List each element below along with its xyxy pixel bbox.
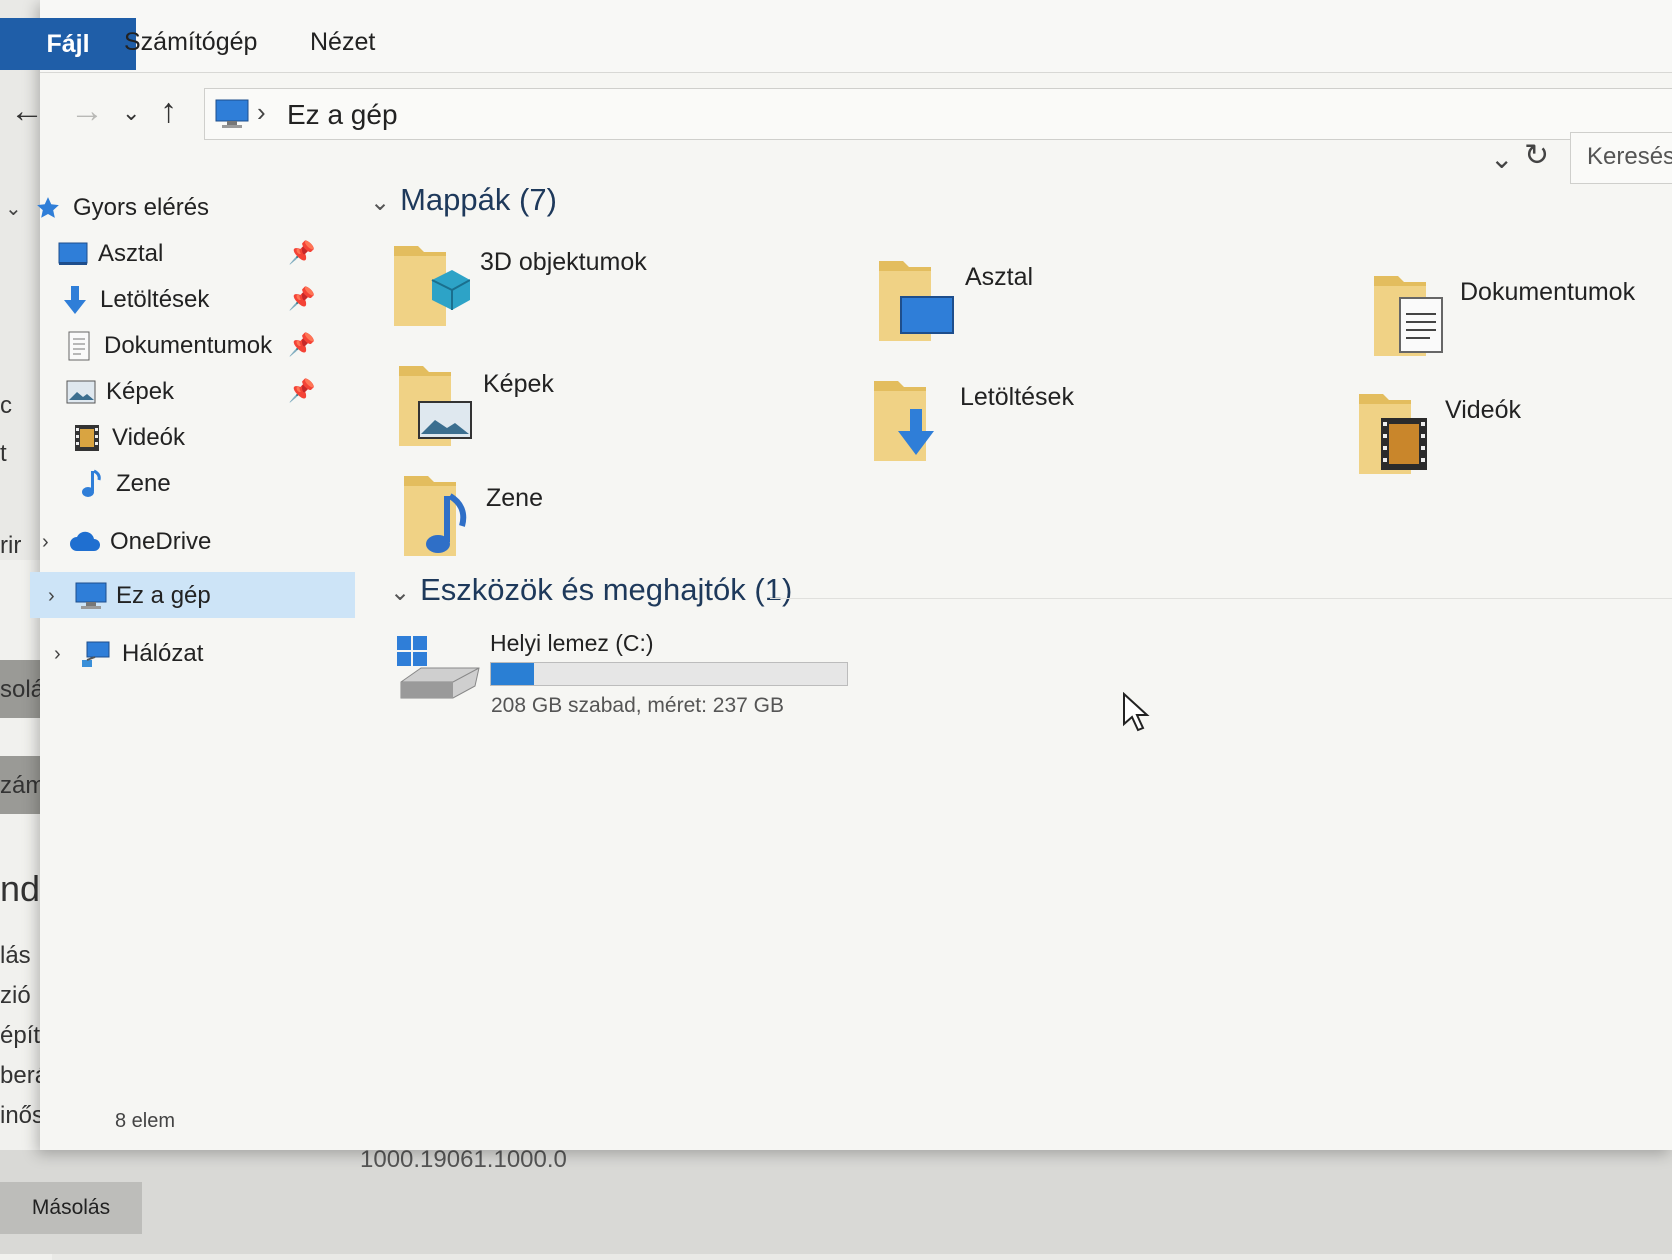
copy-button[interactable]: Másolás <box>0 1182 142 1234</box>
folder-3d-icon <box>394 246 470 326</box>
sidebar-item-label: Hálózat <box>122 640 204 667</box>
music-note-icon <box>74 469 108 499</box>
tab-file[interactable]: Fájl <box>0 18 136 70</box>
sidebar-item-label: Ez a gép <box>116 582 211 609</box>
cloud-icon <box>68 527 102 557</box>
sidebar-item-this-pc[interactable]: › Ez a gép <box>48 574 211 618</box>
content-pane: ⌄Mappák (7) 3D objektumok Asztal Dokume <box>370 170 1672 1070</box>
chevron-down-icon[interactable]: ⌄ <box>370 189 390 216</box>
sidebar-item-network[interactable]: › Hálózat <box>54 632 203 676</box>
chevron-right-icon[interactable]: › <box>48 585 74 608</box>
sidebar-item-documents[interactable]: Dokumentumok <box>62 324 272 368</box>
computer-icon <box>215 99 249 134</box>
star-icon <box>31 193 65 223</box>
folder-label: Képek <box>483 370 554 398</box>
background-text: solá <box>0 676 45 703</box>
folder-desktop-icon <box>879 261 954 341</box>
group-header-folders[interactable]: ⌄ Mappák (7) <box>370 182 557 218</box>
folder-label: Dokumentumok <box>1460 278 1636 306</box>
sidebar-item-downloads[interactable]: Letöltések <box>58 278 209 322</box>
ribbon: Fájl Számítógép Nézet <box>0 0 1672 73</box>
sidebar-item-quick-access[interactable]: ⌄ Gyors elérés <box>5 186 209 230</box>
sidebar-item-label: Videók <box>112 424 185 451</box>
refresh-icon[interactable]: ↻ <box>1524 138 1549 173</box>
back-button[interactable]: ← <box>10 92 44 131</box>
folder-label: Asztal <box>965 263 1034 291</box>
chevron-down-icon[interactable]: ⌄ <box>5 196 31 221</box>
drive-usage-bar <box>490 662 848 686</box>
background-text: c <box>0 392 12 419</box>
sidebar-item-label: OneDrive <box>110 528 212 555</box>
sidebar-item-label: Asztal <box>98 240 164 267</box>
search-placeholder: Keresés <box>1587 143 1672 170</box>
document-icon <box>62 331 96 361</box>
sidebar-item-label: Letöltések <box>100 286 210 313</box>
folder-pictures-icon <box>399 366 472 446</box>
pin-icon[interactable]: 📌 <box>288 332 315 358</box>
pin-icon[interactable]: 📌 <box>288 286 315 312</box>
navigation-pane: ⌄ Gyors elérés Asztal 📌 Letöltések 📌 Dok… <box>5 178 355 1078</box>
group-title: Eszközök és meghajtók (1) <box>420 572 793 607</box>
background-text: t <box>0 440 7 467</box>
sidebar-item-desktop[interactable]: Asztal <box>56 232 163 276</box>
folder-music-icon <box>404 476 467 556</box>
drive-c[interactable]: Helyi lemez (C:) 208 GB szabad, méret: 2… <box>395 630 848 720</box>
pin-icon[interactable]: 📌 <box>288 240 315 266</box>
breadcrumb-this-pc[interactable]: Ez a gép <box>287 99 398 131</box>
folder-label: Videók <box>1445 396 1521 424</box>
recent-locations-button[interactable]: ⌄ <box>122 100 140 126</box>
film-icon <box>70 423 104 453</box>
chevron-down-icon[interactable]: ⌄ <box>390 579 410 606</box>
computer-icon <box>74 581 108 611</box>
chevron-right-icon[interactable]: › <box>54 643 80 666</box>
background-text: lás <box>0 942 31 969</box>
group-divider <box>770 598 1672 599</box>
mouse-cursor-icon <box>1123 692 1150 732</box>
background-text: zió <box>0 982 31 1009</box>
folder-label: 3D objektumok <box>480 248 647 276</box>
up-button[interactable]: ↑ <box>160 92 177 131</box>
file-explorer-window: Fájl Számítógép Nézet ← → ⌄ ↑ › Ez a gép… <box>0 0 1672 1150</box>
picture-icon <box>64 377 98 407</box>
sidebar-item-onedrive[interactable]: › OneDrive <box>42 520 211 564</box>
hard-drive-icon <box>397 636 480 699</box>
folder-downloads-icon <box>874 381 934 461</box>
drive-space-info: 208 GB szabad, méret: 237 GB <box>491 694 784 717</box>
version-text: 1000.19061.1000.0 <box>360 1146 567 1173</box>
pin-icon[interactable]: 📌 <box>288 378 315 404</box>
breadcrumb-chevron-icon: › <box>257 97 266 127</box>
folder-videos-icon <box>1359 394 1427 474</box>
sidebar-item-label: Zene <box>116 470 171 497</box>
download-arrow-icon <box>58 285 92 315</box>
chevron-right-icon[interactable]: › <box>42 531 68 554</box>
folder-label: Letöltések <box>960 383 1074 411</box>
folder-documents-icon <box>1374 276 1443 356</box>
drive-usage-fill <box>491 663 534 685</box>
group-title: Mappák (7) <box>400 182 557 217</box>
forward-button[interactable]: → <box>70 92 104 131</box>
sidebar-item-videos[interactable]: Videók <box>70 416 185 460</box>
drive-name: Helyi lemez (C:) <box>490 630 654 656</box>
sidebar-item-label: Dokumentumok <box>104 332 273 359</box>
folder-label: Zene <box>486 484 543 512</box>
sidebar-item-label: Gyors elérés <box>73 194 210 221</box>
network-icon <box>80 639 114 669</box>
status-item-count: 8 elem <box>115 1110 176 1132</box>
tab-view[interactable]: Nézet <box>310 28 375 57</box>
background-footer <box>0 1150 1672 1254</box>
tab-computer[interactable]: Számítógép <box>124 28 257 57</box>
group-header-devices[interactable]: ⌄ Eszközök és meghajtók (1) <box>390 572 792 608</box>
sidebar-item-music[interactable]: Zene <box>74 462 171 506</box>
sidebar-item-pictures[interactable]: Képek <box>64 370 174 414</box>
sidebar-item-label: Képek <box>106 378 175 405</box>
background-text: rir <box>0 532 22 559</box>
desktop-icon <box>56 239 90 269</box>
